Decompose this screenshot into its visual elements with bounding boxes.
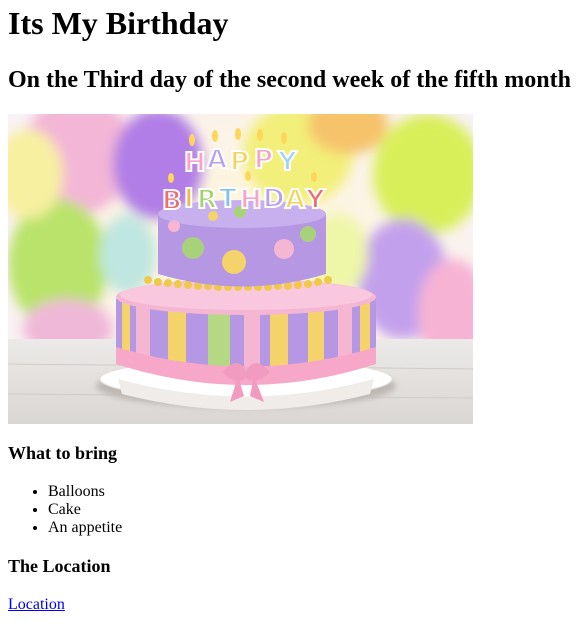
svg-text:A: A bbox=[207, 145, 227, 175]
list-item: An appetite bbox=[48, 519, 570, 537]
page-subtitle: On the Third day of the second week of t… bbox=[8, 67, 571, 93]
page: Its My Birthday On the Third day of the … bbox=[0, 5, 578, 614]
what-to-bring-heading: What to bring bbox=[8, 443, 118, 463]
location-link[interactable]: Location bbox=[8, 596, 65, 613]
bring-list: Balloons Cake An appetite bbox=[8, 483, 570, 537]
svg-text:T: T bbox=[219, 184, 237, 214]
svg-text:R: R bbox=[197, 185, 217, 215]
svg-text:H: H bbox=[184, 148, 206, 178]
location-paragraph: Location bbox=[8, 596, 570, 614]
list-item: Balloons bbox=[48, 483, 570, 501]
svg-text:B: B bbox=[162, 186, 182, 216]
svg-text:D: D bbox=[263, 184, 285, 214]
svg-text:Y: Y bbox=[277, 147, 298, 177]
svg-text:A: A bbox=[285, 185, 305, 215]
birthday-cake-image: H A P P Y B I R T H D A Y bbox=[8, 114, 473, 424]
svg-text:H: H bbox=[240, 185, 262, 215]
svg-text:Y: Y bbox=[305, 185, 326, 215]
svg-text:P: P bbox=[254, 145, 273, 175]
svg-text:I: I bbox=[184, 184, 194, 214]
list-item: Cake bbox=[48, 501, 570, 519]
page-title: Its My Birthday bbox=[8, 5, 229, 41]
location-heading: The Location bbox=[8, 556, 111, 576]
